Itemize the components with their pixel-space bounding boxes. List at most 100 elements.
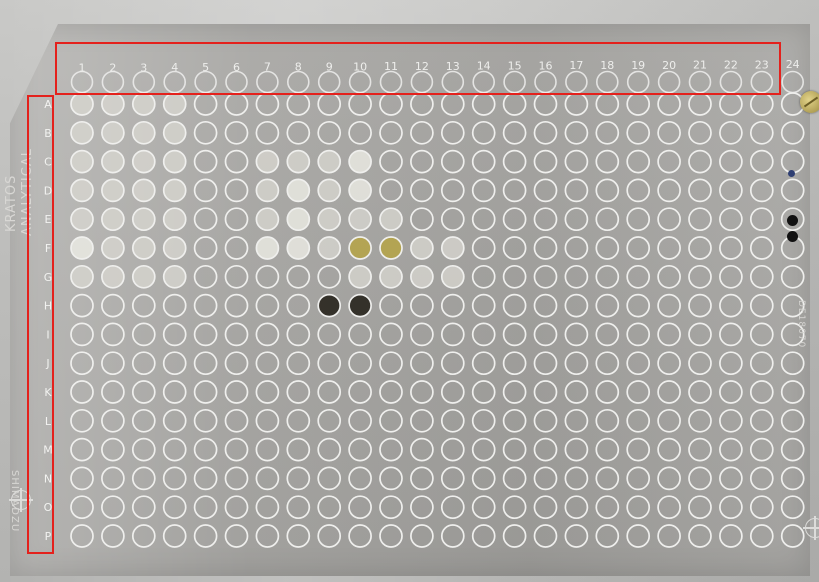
well-L6 — [224, 408, 249, 433]
sample-well-A4 — [162, 92, 187, 116]
well-O9 — [317, 495, 342, 520]
well-K5 — [193, 380, 218, 404]
well-F18 — [595, 236, 620, 260]
well-O12 — [410, 495, 434, 520]
well-G16 — [533, 264, 558, 289]
brass-screw — [800, 91, 819, 113]
well-G23 — [749, 264, 774, 289]
well-M19 — [626, 437, 651, 462]
well-N22 — [719, 466, 743, 491]
well-D22 — [719, 178, 743, 203]
well-M2 — [101, 437, 125, 462]
black-marker-dot — [787, 215, 798, 226]
sample-well-F9 — [317, 236, 342, 260]
sample-well-D10 — [348, 178, 372, 203]
sample-well-H10 — [348, 293, 372, 318]
well-M21 — [688, 437, 712, 462]
sample-well-C3 — [131, 149, 156, 174]
well-J12 — [410, 351, 434, 376]
blue-marker-dot — [788, 170, 795, 177]
well-P14 — [471, 524, 496, 548]
well-P22 — [719, 524, 743, 548]
sample-well-H9 — [317, 293, 342, 318]
sample-well-A2 — [101, 92, 125, 116]
well-B17 — [564, 120, 589, 145]
well-J16 — [533, 351, 558, 376]
well-I16 — [533, 322, 558, 347]
well-K17 — [564, 380, 589, 404]
well-D14 — [471, 178, 496, 203]
header-well — [781, 70, 805, 94]
well-M15 — [502, 437, 527, 462]
well-O24 — [780, 495, 805, 520]
well-G22 — [719, 264, 743, 289]
well-K1 — [70, 380, 94, 404]
well-E19 — [626, 207, 651, 232]
well-K9 — [317, 380, 342, 404]
sample-well-E2 — [101, 207, 125, 232]
well-P21 — [688, 524, 712, 548]
well-K11 — [379, 380, 403, 404]
sample-well-F4 — [162, 236, 187, 260]
well-C6 — [224, 149, 249, 174]
well-P5 — [193, 524, 218, 548]
well-D20 — [657, 178, 681, 203]
well-I3 — [131, 322, 156, 347]
well-L19 — [626, 408, 651, 433]
well-N24 — [780, 466, 805, 491]
well-G15 — [502, 264, 527, 289]
well-J13 — [440, 351, 465, 376]
well-J9 — [317, 351, 342, 376]
well-J17 — [564, 351, 589, 376]
well-K13 — [440, 380, 465, 404]
well-P18 — [595, 524, 620, 548]
well-H5 — [193, 293, 218, 318]
well-I21 — [688, 322, 712, 347]
sample-well-G11 — [379, 264, 403, 289]
well-N1 — [70, 466, 94, 491]
sample-well-D7 — [255, 178, 280, 203]
well-J11 — [379, 351, 403, 376]
well-A6 — [224, 92, 249, 116]
well-O3 — [131, 495, 156, 520]
well-I11 — [379, 322, 403, 347]
well-J20 — [657, 351, 681, 376]
well-M23 — [749, 437, 774, 462]
well-A13 — [440, 92, 465, 116]
sample-well-F10 — [348, 236, 372, 260]
well-A14 — [471, 92, 496, 116]
well-L4 — [162, 408, 187, 433]
well-D15 — [502, 178, 527, 203]
well-M10 — [348, 437, 372, 462]
well-P6 — [224, 524, 249, 548]
well-H18 — [595, 293, 620, 318]
sample-well-B2 — [101, 120, 125, 145]
well-K8 — [286, 380, 311, 404]
sample-well-G12 — [410, 264, 434, 289]
well-O19 — [626, 495, 651, 520]
well-M9 — [317, 437, 342, 462]
well-B11 — [379, 120, 403, 145]
sample-well-F1 — [70, 236, 94, 260]
well-P23 — [749, 524, 774, 548]
well-D13 — [440, 178, 465, 203]
well-I10 — [348, 322, 372, 347]
well-N9 — [317, 466, 342, 491]
sample-well-D1 — [70, 178, 94, 203]
well-C21 — [688, 149, 712, 174]
well-I20 — [657, 322, 681, 347]
well-O13 — [440, 495, 465, 520]
well-N6 — [224, 466, 249, 491]
well-L14 — [471, 408, 496, 433]
well-F5 — [193, 236, 218, 260]
well-D16 — [533, 178, 558, 203]
well-M18 — [595, 437, 620, 462]
well-H2 — [101, 293, 125, 318]
well-J6 — [224, 351, 249, 376]
well-A9 — [317, 92, 342, 116]
sample-well-F2 — [101, 236, 125, 260]
sample-well-F8 — [286, 236, 311, 260]
well-H22 — [719, 293, 743, 318]
well-N13 — [440, 466, 465, 491]
well-K12 — [410, 380, 434, 404]
